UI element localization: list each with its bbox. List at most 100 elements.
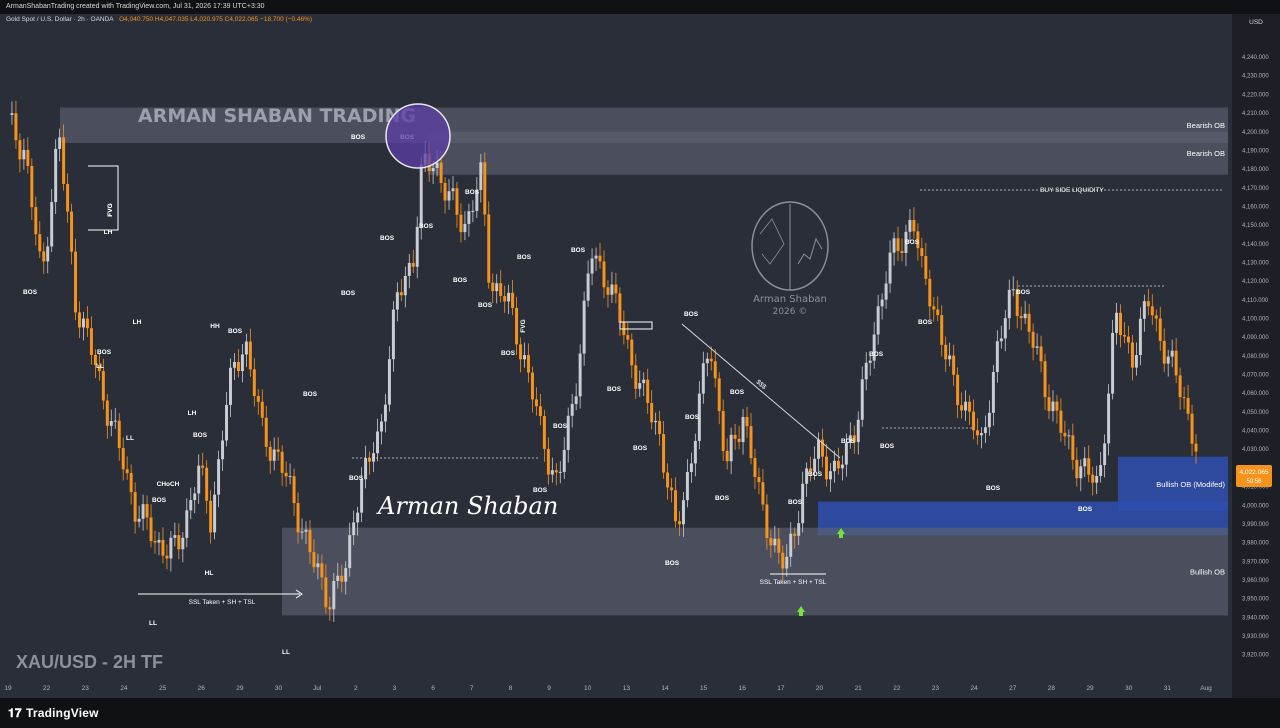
- candle-body: [729, 434, 733, 462]
- candle-body: [451, 188, 455, 192]
- x-tick-label: 2: [354, 685, 358, 692]
- candle-body: [773, 538, 777, 546]
- candle-body: [352, 522, 356, 536]
- structure-label: BOS: [665, 560, 680, 567]
- candle-body: [229, 367, 232, 405]
- x-tick-label: 21: [855, 685, 863, 692]
- candle-body: [467, 211, 471, 224]
- candle-body: [1166, 356, 1170, 364]
- x-tick-label: 24: [120, 685, 128, 692]
- last-price: 4,022.065: [1240, 469, 1269, 476]
- candle-body: [240, 354, 244, 372]
- candle-body: [1039, 346, 1043, 362]
- candle-body: [1178, 375, 1182, 398]
- symbol-name: Gold Spot / U.S. Dollar · 2h · OANDA: [6, 16, 114, 23]
- y-tick-label: 3,950.000: [1242, 597, 1269, 603]
- candle-body: [920, 248, 924, 257]
- candle-body: [495, 283, 499, 292]
- candle-body: [483, 162, 487, 215]
- candle-body: [360, 479, 364, 513]
- candle-body: [348, 535, 352, 569]
- candle-body: [733, 434, 737, 439]
- candle-body: [662, 434, 666, 473]
- candle-body: [236, 362, 240, 372]
- x-tick-label: 19: [4, 685, 12, 692]
- structure-label: BOS: [351, 134, 366, 141]
- candle-body: [932, 306, 936, 310]
- candle-body: [765, 504, 769, 539]
- candle-body: [1182, 397, 1186, 399]
- candle-body: [542, 416, 546, 449]
- y-tick-label: 4,120.000: [1242, 279, 1269, 285]
- y-tick-label: 4,140.000: [1242, 242, 1269, 248]
- candle-body: [379, 421, 383, 432]
- structure-label: LL: [149, 620, 157, 627]
- zone-label: Bullish OB (Modifed): [1156, 480, 1225, 489]
- candle-body: [757, 477, 761, 483]
- symbol-line: Gold Spot / U.S. Dollar · 2h · OANDA O4,…: [6, 16, 312, 23]
- candle-body: [1075, 459, 1079, 479]
- purple-circle: [385, 103, 451, 169]
- candle-body: [232, 362, 236, 368]
- candle-body: [1174, 350, 1178, 376]
- candle-body: [1067, 435, 1071, 437]
- x-tick-label: 30: [1125, 685, 1133, 692]
- candle-body: [18, 140, 22, 160]
- candle-body: [602, 261, 606, 288]
- candle-body: [133, 492, 137, 522]
- candle-body: [85, 318, 89, 329]
- structure-label: BOS: [1078, 506, 1093, 513]
- candle-body: [840, 464, 844, 469]
- structure-label: BOS: [193, 432, 208, 439]
- candle-body: [896, 238, 900, 252]
- candle-body: [1023, 313, 1027, 319]
- structure-label: BOS: [501, 350, 516, 357]
- bar-countdown: 50:56: [1246, 479, 1262, 485]
- candle-body: [66, 183, 70, 212]
- structure-label: BOS: [478, 302, 493, 309]
- candle-body: [761, 482, 765, 505]
- candle-body: [252, 369, 256, 397]
- structure-label: BOS: [918, 319, 933, 326]
- candle-body: [1154, 315, 1158, 319]
- candle-body: [554, 470, 558, 473]
- candle-body: [1146, 301, 1150, 307]
- candle-body: [582, 300, 586, 354]
- candle-body: [964, 401, 968, 411]
- price-chart[interactable]: Bearish OB Bearish OB Bullish OB (Modifed)…: [0, 14, 1280, 698]
- structure-label: BOS: [23, 289, 38, 296]
- candle-body: [650, 402, 654, 423]
- tradingview-brand: TradingView: [26, 706, 99, 720]
- candle-body: [960, 405, 964, 411]
- y-tick-label: 4,240.000: [1242, 55, 1269, 61]
- candle-body: [578, 353, 582, 397]
- structure-label: FVG: [107, 203, 114, 216]
- candle-body: [987, 412, 991, 428]
- candle-body: [725, 450, 729, 462]
- candle-body: [566, 415, 570, 450]
- candle-body: [113, 420, 117, 422]
- candle-body: [594, 255, 598, 259]
- candle-body: [1079, 466, 1083, 479]
- candle-body: [701, 363, 705, 394]
- candle-body: [713, 361, 717, 379]
- candle-body: [459, 214, 463, 233]
- y-tick-label: 4,170.000: [1242, 186, 1269, 192]
- candle-body: [721, 411, 725, 451]
- symbol-timeframe-label: XAU/USD - 2H TF: [16, 652, 163, 672]
- candle-body: [157, 539, 161, 543]
- candle-body: [991, 371, 995, 413]
- structure-label: BOS: [349, 475, 364, 482]
- candle-body: [34, 207, 38, 235]
- structure-label: FVG: [520, 319, 527, 332]
- candle-body: [741, 417, 745, 443]
- candle-body: [928, 278, 932, 307]
- candle-body: [836, 460, 840, 469]
- candle-body: [745, 417, 749, 427]
- candle-body: [924, 256, 928, 279]
- candle-body: [785, 556, 789, 569]
- candle-body: [709, 358, 713, 362]
- annotation-label: BUY SIDE LIQUIDITY: [1040, 187, 1104, 194]
- structure-label: BOS: [228, 328, 243, 335]
- candle-body: [443, 183, 447, 201]
